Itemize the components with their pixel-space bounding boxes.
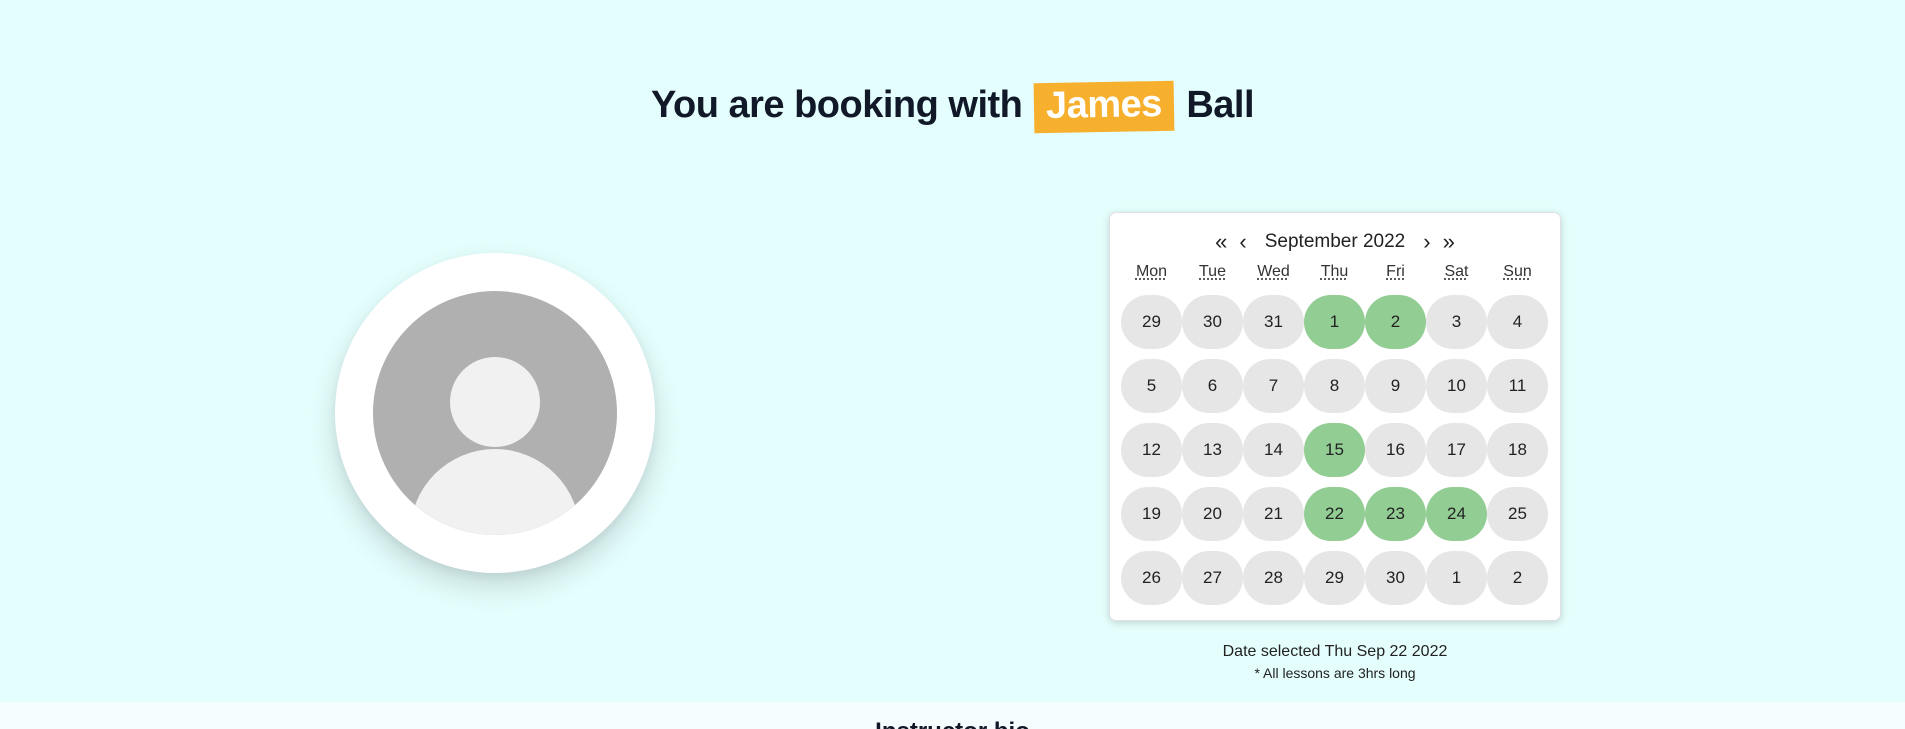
lesson-length-note: * All lessons are 3hrs long	[1254, 665, 1416, 681]
calendar-day[interactable]: 10	[1426, 359, 1487, 413]
weekday-tue: Tue	[1199, 263, 1226, 280]
calendar-day-available[interactable]: 15	[1304, 423, 1365, 477]
calendar-day[interactable]: 30	[1182, 295, 1243, 349]
booking-calendar: « ‹ September 2022 › » Mon Tue Wed Thu F…	[1109, 212, 1561, 621]
calendar-day[interactable]: 2	[1487, 551, 1548, 605]
calendar-day[interactable]: 25	[1487, 487, 1548, 541]
user-placeholder-icon	[373, 291, 617, 535]
weekday-sun: Sun	[1503, 263, 1532, 280]
calendar-day[interactable]: 5	[1121, 359, 1182, 413]
calendar-day[interactable]: 14	[1243, 423, 1304, 477]
weekday-thu: Thu	[1320, 263, 1349, 280]
calendar-day[interactable]: 21	[1243, 487, 1304, 541]
calendar-day[interactable]: 7	[1243, 359, 1304, 413]
instructor-bio-title: Instructor bio	[0, 718, 1905, 729]
calendar-day[interactable]: 19	[1121, 487, 1182, 541]
calendar-weekdays: Mon Tue Wed Thu Fri Sat Sun	[1121, 263, 1549, 289]
weekday-sat: Sat	[1444, 263, 1469, 280]
calendar-day-available[interactable]: 23	[1365, 487, 1426, 541]
prev-month-button[interactable]: ‹	[1233, 231, 1252, 253]
calendar-day[interactable]: 27	[1182, 551, 1243, 605]
calendar-day-available[interactable]: 22	[1304, 487, 1365, 541]
next-year-button[interactable]: »	[1437, 231, 1461, 253]
instructor-last-name: Ball	[1186, 84, 1255, 126]
calendar-day-available[interactable]: 24	[1426, 487, 1487, 541]
calendar-day[interactable]: 20	[1182, 487, 1243, 541]
date-selected-text: Date selected Thu Sep 22 2022	[1222, 643, 1448, 660]
avatar-head-shape	[450, 357, 540, 447]
instructor-first-name-highlight: James	[1034, 80, 1175, 134]
calendar-navigation: « ‹ September 2022 › »	[1121, 231, 1549, 253]
calendar-day[interactable]: 31	[1243, 295, 1304, 349]
calendar-day[interactable]: 9	[1365, 359, 1426, 413]
calendar-day[interactable]: 3	[1426, 295, 1487, 349]
calendar-day[interactable]: 12	[1121, 423, 1182, 477]
instructor-avatar-frame	[335, 253, 655, 573]
page-heading: You are booking with James Ball	[0, 80, 1905, 134]
calendar-days-grid: 29 30 31 1 2 3 4 5 6 7 8 9 10 11 12 13 14 15 16 17 18 19 20 21 2…	[1121, 295, 1549, 605]
calendar-day[interactable]: 18	[1487, 423, 1548, 477]
calendar-day[interactable]: 30	[1365, 551, 1426, 605]
calendar-day[interactable]: 26	[1121, 551, 1182, 605]
calendar-day[interactable]: 17	[1426, 423, 1487, 477]
calendar-day[interactable]: 13	[1182, 423, 1243, 477]
calendar-day[interactable]: 29	[1121, 295, 1182, 349]
next-month-button[interactable]: ›	[1417, 231, 1436, 253]
calendar-day[interactable]: 16	[1365, 423, 1426, 477]
calendar-day[interactable]: 28	[1243, 551, 1304, 605]
weekday-wed: Wed	[1257, 263, 1290, 280]
calendar-month-title[interactable]: September 2022	[1253, 231, 1418, 253]
calendar-day[interactable]: 1	[1426, 551, 1487, 605]
weekday-fri: Fri	[1386, 263, 1405, 280]
calendar-day[interactable]: 6	[1182, 359, 1243, 413]
prev-year-button[interactable]: «	[1209, 231, 1233, 253]
avatar-body-shape	[410, 449, 580, 535]
calendar-day[interactable]: 11	[1487, 359, 1548, 413]
calendar-day-available[interactable]: 1	[1304, 295, 1365, 349]
calendar-day[interactable]: 29	[1304, 551, 1365, 605]
weekday-mon: Mon	[1135, 263, 1168, 280]
heading-prefix: You are booking with	[650, 84, 1023, 126]
calendar-day[interactable]: 8	[1304, 359, 1365, 413]
calendar-day-available[interactable]: 2	[1365, 295, 1426, 349]
calendar-day[interactable]: 4	[1487, 295, 1548, 349]
